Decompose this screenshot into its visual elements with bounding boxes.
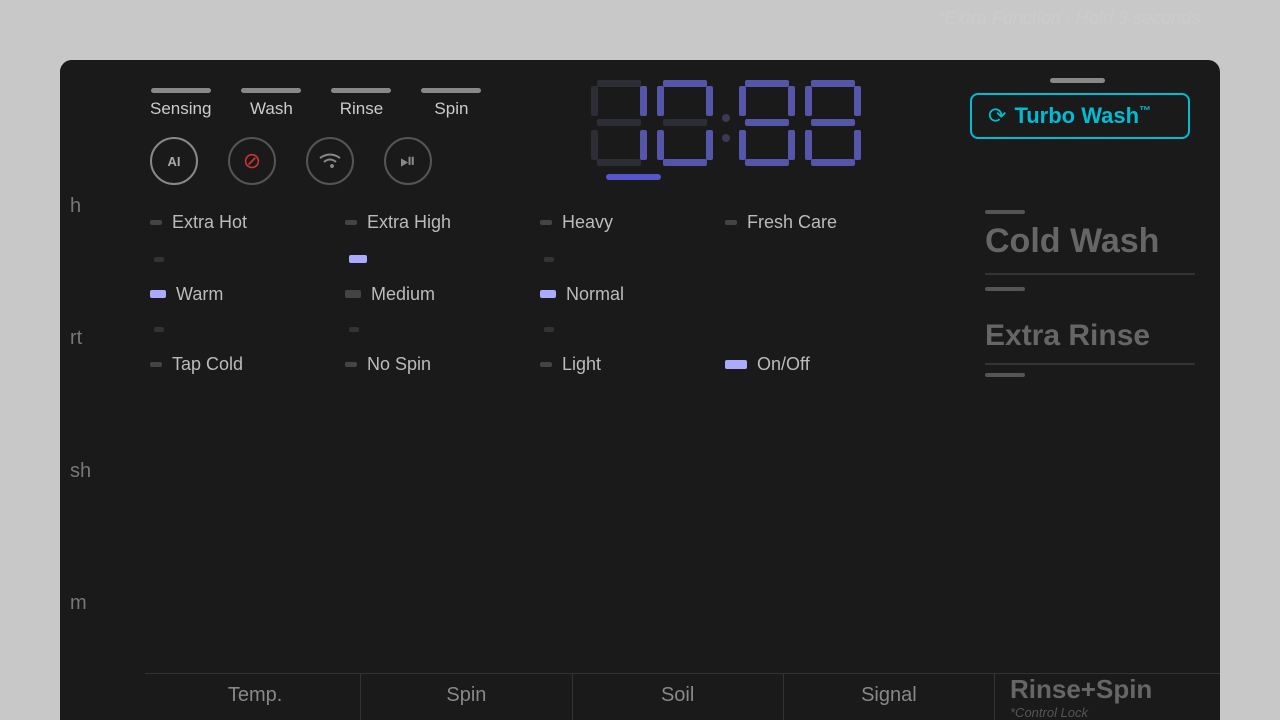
normal-label: Normal (566, 284, 624, 305)
bottom-soil-label: Soil (573, 674, 784, 720)
right-features: Cold Wash Extra Rinse (975, 210, 1200, 377)
option-light: Light (540, 352, 725, 377)
colon (722, 114, 730, 142)
digit-1 (589, 78, 649, 168)
options-grid: Extra Hot Extra High Heavy Fresh Care (150, 210, 975, 377)
warm-dot (150, 290, 166, 298)
sensing-bar (151, 88, 211, 93)
on-off-label: On/Off (757, 354, 810, 375)
light-label: Light (562, 354, 601, 375)
digit-3 (737, 78, 797, 168)
icons-row: AI ⊘ ⏯ (150, 137, 481, 185)
bottom-labels-row: Temp. Spin Soil Signal Rinse+Spin *Contr… (60, 673, 1220, 720)
soil-small-dot (544, 257, 554, 262)
option-medium: Medium (345, 282, 540, 307)
medium-label: Medium (371, 284, 435, 305)
bottom-signal-label: Signal (784, 674, 995, 720)
no-spin-label: No Spin (367, 354, 431, 375)
soil-dot-row (540, 251, 725, 269)
cold-wash-top-indicator (985, 210, 1025, 214)
option-on-off: On/Off (725, 352, 935, 377)
tap-cold-label: Tap Cold (172, 354, 243, 375)
spin-dot-row (345, 251, 540, 269)
option-warm: Warm (150, 282, 345, 307)
bottom-right-section: Rinse+Spin *Control Lock (995, 674, 1220, 720)
temp-small-dot-2 (154, 327, 164, 332)
extra-high-dot (345, 220, 357, 225)
warm-label: Warm (176, 284, 223, 305)
digit-2 (655, 78, 715, 168)
wash-label: Wash (250, 99, 293, 119)
control-panel: Sensing Wash Rinse Spin (60, 60, 1220, 720)
tap-cold-dot (150, 362, 162, 367)
options-section: Extra Hot Extra High Heavy Fresh Care (60, 185, 1220, 387)
pause-play-icon[interactable]: ⏯ (384, 137, 432, 185)
turbo-wash-top-indicator (1050, 78, 1105, 83)
cycle-wash: Wash (241, 88, 301, 119)
fresh-care-label: Fresh Care (747, 212, 837, 233)
cycle-sensing: Sensing (150, 88, 211, 119)
rinse-spin-label: Rinse+Spin (1010, 674, 1220, 705)
left-partial-panel: h rt sh m (60, 60, 145, 720)
cold-wash-label: Cold Wash (985, 222, 1195, 275)
option-extra-hot: Extra Hot (150, 210, 345, 235)
option-extra-high: Extra High (345, 210, 540, 235)
medium-dot (345, 290, 361, 298)
turbo-wash-label: Turbo Wash™ (1014, 103, 1151, 129)
option-no-spin: No Spin (345, 352, 540, 377)
sensing-label: Sensing (150, 99, 211, 119)
rinse-bar (331, 88, 391, 93)
spin-label: Spin (434, 99, 468, 119)
cycle-section: Sensing Wash Rinse Spin (150, 78, 481, 185)
wifi-icon[interactable] (306, 137, 354, 185)
partial-sh: sh (70, 460, 145, 483)
spin-bar (421, 88, 481, 93)
partial-rt: rt (70, 327, 145, 350)
wash-bar (241, 88, 301, 93)
digit-4 (803, 78, 863, 168)
temp-dot-row (150, 251, 345, 269)
light-dot (540, 362, 552, 367)
heavy-label: Heavy (562, 212, 613, 233)
cycle-spin: Spin (421, 88, 481, 119)
soil-small-dot-2 (544, 327, 554, 332)
bottom-spin-label: Spin (361, 674, 572, 720)
turbo-icon: ⟳ (988, 103, 1006, 129)
option-heavy: Heavy (540, 210, 725, 235)
cycle-rinse: Rinse (331, 88, 391, 119)
option-tap-cold: Tap Cold (150, 352, 345, 377)
extra-rinse-section: Extra Rinse (985, 319, 1200, 377)
on-off-dot (725, 360, 747, 369)
cold-wash-section: Cold Wash (985, 210, 1200, 291)
spin-small-dot (349, 255, 367, 263)
spin-small-dot-2 (349, 327, 359, 332)
ai-icon[interactable]: AI (150, 137, 198, 185)
display-indicator (606, 174, 661, 180)
extra-function-note: *Extra Function : Hold 3 seconds (938, 8, 1200, 29)
extra-hot-dot (150, 220, 162, 225)
option-normal: Normal (540, 282, 725, 307)
cold-wash-bottom-indicator (985, 287, 1025, 291)
control-lock-label: *Control Lock (1010, 705, 1220, 720)
cycle-indicators: Sensing Wash Rinse Spin (150, 88, 481, 119)
rinse-label: Rinse (340, 99, 383, 119)
partial-m: m (70, 592, 145, 615)
option-fresh-care: Fresh Care (725, 210, 935, 235)
turbo-wash-button[interactable]: ⟳ Turbo Wash™ (970, 93, 1190, 139)
washer-panel: *Extra Function : Hold 3 seconds Sensing… (0, 0, 1280, 720)
extra-hot-label: Extra Hot (172, 212, 247, 233)
extra-rinse-label: Extra Rinse (985, 319, 1195, 365)
no-spin-dot (345, 362, 357, 367)
heavy-dot (540, 220, 552, 225)
time-display (481, 78, 970, 168)
turbo-wash-section: ⟳ Turbo Wash™ (970, 78, 1200, 139)
extra-rinse-indicator (985, 373, 1025, 377)
temp-small-dot (154, 257, 164, 262)
bottom-temp-label: Temp. (150, 674, 361, 720)
extra-high-label: Extra High (367, 212, 451, 233)
fresh-care-dot (725, 220, 737, 225)
partial-h: h (70, 195, 145, 218)
no-sensing-icon[interactable]: ⊘ (228, 137, 276, 185)
normal-dot (540, 290, 556, 298)
